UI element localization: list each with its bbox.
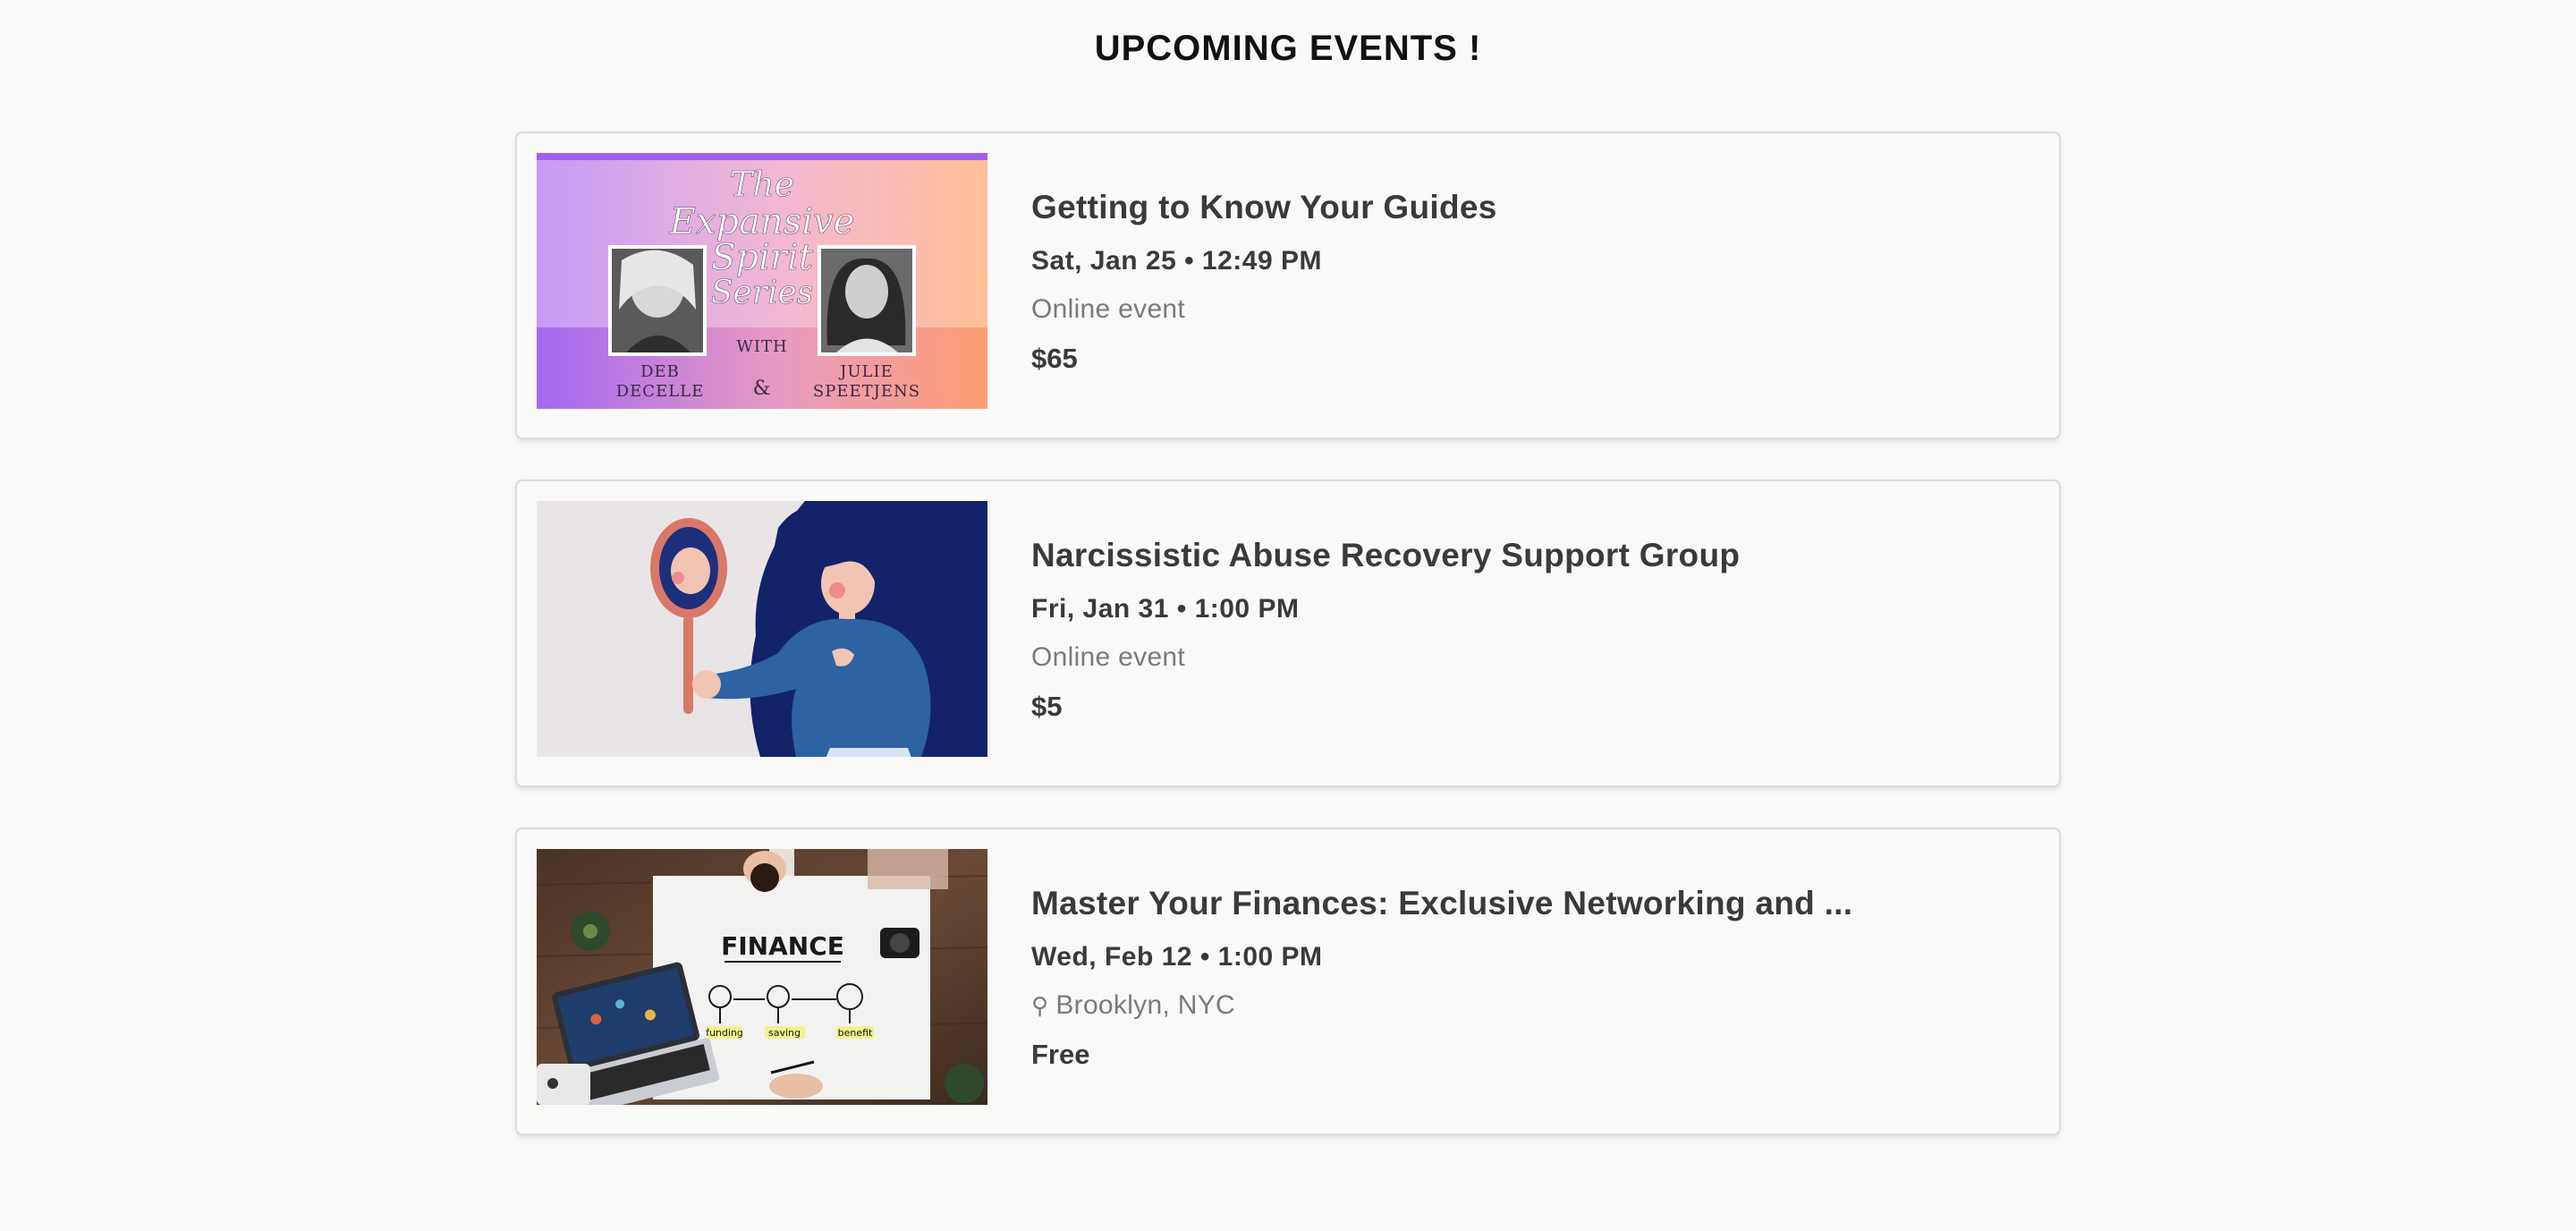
finance-label-saving: saving — [768, 1027, 801, 1039]
event-location-text: Brooklyn, NYC — [1055, 990, 1235, 1020]
event-card[interactable]: The Expansive Spirit Series WITH & DEB D… — [515, 132, 2061, 439]
event-date: Wed, Feb 12 • 1:00 PM — [1031, 942, 1323, 972]
event-price: Free — [1031, 1039, 1090, 1070]
banner-amp: & — [753, 378, 772, 400]
banner-right-name-1: JULIE — [838, 362, 894, 381]
event-date: Sat, Jan 25 • 12:49 PM — [1031, 246, 1322, 276]
banner-line-3: Spirit — [711, 237, 814, 278]
event-card[interactable]: FINANCE funding saving benefit Master Yo… — [515, 828, 2061, 1135]
banner-right-name-2: SPEETJENS — [813, 382, 920, 401]
event-location: Online event — [1031, 294, 1186, 324]
banner-left-name-1: DEB — [640, 362, 680, 381]
event-title[interactable]: Master Your Finances: Exclusive Networki… — [1031, 885, 2015, 922]
host-photo-right — [818, 245, 916, 356]
event-date: Fri, Jan 31 • 1:00 PM — [1031, 594, 1300, 624]
event-info: Getting to Know Your Guides Sat, Jan 25 … — [1031, 189, 2015, 375]
page: UPCOMING EVENTS ! The Expansive Spirit S… — [0, 0, 2576, 1231]
map-pin-icon: ⚲ — [1031, 992, 1049, 1019]
banner-left-name-2: DECELLE — [616, 382, 705, 401]
event-banner-image[interactable]: The Expansive Spirit Series WITH & DEB D… — [537, 153, 987, 409]
event-price: $65 — [1031, 343, 1078, 374]
host-photo-left — [608, 245, 707, 356]
event-location: Online event — [1031, 642, 1186, 672]
finance-heading: FINANCE — [721, 931, 844, 961]
finance-desk-photo[interactable]: FINANCE funding saving benefit — [537, 849, 987, 1105]
event-location: ⚲ Brooklyn, NYC — [1031, 990, 2015, 1021]
finance-label-benefit: benefit — [838, 1027, 873, 1039]
banner-line-4: Series — [711, 275, 813, 311]
banner-line-1: The — [730, 165, 794, 204]
event-card[interactable]: Narcissistic Abuse Recovery Support Grou… — [515, 480, 2061, 787]
event-list: The Expansive Spirit Series WITH & DEB D… — [515, 132, 2061, 1176]
event-info: Master Your Finances: Exclusive Networki… — [1031, 885, 2015, 1071]
event-info: Narcissistic Abuse Recovery Support Grou… — [1031, 537, 2015, 723]
event-title[interactable]: Getting to Know Your Guides — [1031, 189, 2015, 226]
woman-mirror-illustration[interactable] — [537, 501, 987, 757]
banner-with: WITH — [736, 337, 787, 356]
page-title: UPCOMING EVENTS ! — [1094, 29, 1482, 68]
event-title[interactable]: Narcissistic Abuse Recovery Support Grou… — [1031, 537, 2015, 574]
event-price: $5 — [1031, 691, 1063, 722]
finance-label-funding: funding — [706, 1027, 743, 1039]
